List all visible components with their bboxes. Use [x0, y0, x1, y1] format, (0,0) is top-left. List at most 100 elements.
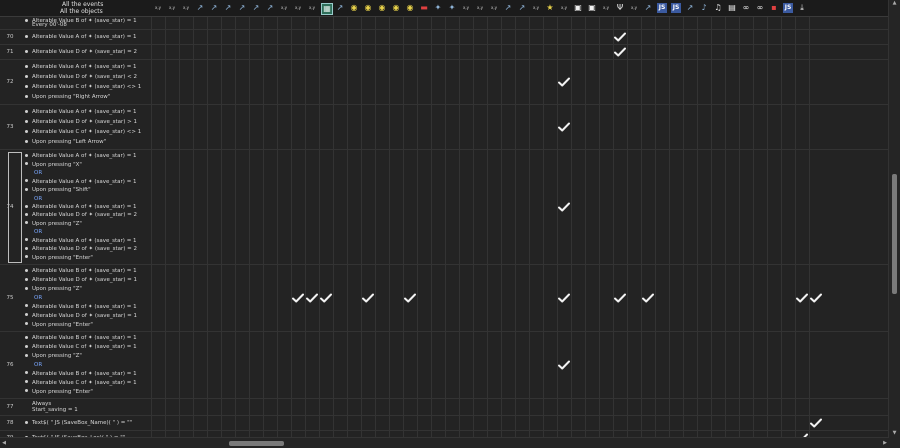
- action-checkmark-icon[interactable]: [362, 293, 374, 303]
- column-object-icon[interactable]: ↗: [223, 3, 233, 13]
- action-cells[interactable]: [151, 105, 836, 149]
- action-checkmark-icon[interactable]: [292, 293, 304, 303]
- column-object-icon[interactable]: JS: [783, 3, 793, 13]
- column-object-icon[interactable]: ▣: [587, 3, 597, 13]
- horizontal-scroll-thumb[interactable]: [228, 441, 284, 446]
- condition-line[interactable]: Alterable Value A of ✦ (save_star) = 1: [22, 179, 137, 185]
- column-object-icon[interactable]: x,y: [531, 3, 541, 13]
- condition-line[interactable]: Alterable Value D of ✦ (save_star) = 1: [22, 313, 137, 319]
- condition-line[interactable]: Text$( " JS (SaveBox_Name)( " ) = "": [22, 420, 132, 426]
- condition-line[interactable]: Upon pressing "Left Arrow": [22, 139, 106, 145]
- column-object-icon[interactable]: x,y: [601, 3, 611, 13]
- event-conditions[interactable]: Alterable Value A of ✦ (save_star) = 1: [22, 30, 150, 44]
- action-checkmark-icon[interactable]: [614, 32, 626, 42]
- condition-line[interactable]: Alterable Value A of ✦ (save_star) = 1: [22, 238, 137, 244]
- condition-line[interactable]: Alterable Value B of ✦ (save_star) = 1: [22, 335, 137, 341]
- action-checkmark-icon[interactable]: [642, 293, 654, 303]
- condition-line[interactable]: Start_saving = 1: [22, 407, 78, 413]
- column-object-icon[interactable]: ▪: [769, 3, 779, 13]
- column-object-icon[interactable]: x,y: [279, 3, 289, 13]
- column-object-icon[interactable]: ↗: [685, 3, 695, 13]
- condition-line[interactable]: Upon pressing "Right Arrow": [22, 94, 110, 100]
- column-object-icon[interactable]: ✦: [433, 3, 443, 13]
- or-separator[interactable]: OR: [22, 362, 42, 368]
- action-cells[interactable]: [151, 30, 836, 44]
- scroll-right-icon[interactable]: ▶: [881, 438, 889, 448]
- column-object-icon[interactable]: ↗: [517, 3, 527, 13]
- column-object-icon[interactable]: x,y: [181, 3, 191, 13]
- column-object-icon[interactable]: ↗: [251, 3, 261, 13]
- column-object-icon[interactable]: ↗: [237, 3, 247, 13]
- action-cells[interactable]: [151, 399, 836, 415]
- action-checkmark-icon[interactable]: [796, 293, 808, 303]
- column-object-icon[interactable]: ⤓: [797, 3, 807, 13]
- action-checkmark-icon[interactable]: [558, 202, 570, 212]
- column-object-icon[interactable]: ◉: [377, 3, 387, 13]
- condition-line[interactable]: Every 00'-08: [22, 22, 67, 28]
- condition-line[interactable]: Upon pressing "Z": [22, 221, 82, 227]
- column-object-icon[interactable]: ↗: [335, 3, 345, 13]
- column-object-icon[interactable]: JS: [671, 3, 681, 13]
- action-checkmark-icon[interactable]: [404, 293, 416, 303]
- action-checkmark-icon[interactable]: [810, 293, 822, 303]
- column-object-icon[interactable]: x,y: [167, 3, 177, 13]
- condition-line[interactable]: Alterable Value C of ✦ (save_star) <> 1: [22, 84, 141, 90]
- condition-line[interactable]: Alterable Value D of ✦ (save_star) = 1: [22, 277, 137, 283]
- condition-line[interactable]: Alterable Value C of ✦ (save_star) <> 1: [22, 129, 141, 135]
- column-object-icon[interactable]: x,y: [153, 3, 163, 13]
- column-object-icon[interactable]: ◉: [363, 3, 373, 13]
- action-cells[interactable]: [151, 150, 836, 264]
- vertical-scrollbar[interactable]: ▲ ▼: [888, 0, 900, 438]
- action-cells[interactable]: [151, 45, 836, 59]
- event-row[interactable]: Alterable Value B of ✦ (save_star) = 1 Ev…: [0, 17, 888, 30]
- event-conditions[interactable]: Alterable Value B of ✦ (save_star) = 1 Al…: [22, 265, 150, 331]
- action-checkmark-icon[interactable]: [810, 418, 822, 428]
- condition-line[interactable]: Upon pressing "Enter": [22, 389, 93, 395]
- condition-line[interactable]: Alterable Value B of ✦ (save_star) = 1: [22, 268, 137, 274]
- column-object-icon[interactable]: x,y: [489, 3, 499, 13]
- or-separator[interactable]: OR: [22, 196, 42, 202]
- column-object-icon[interactable]: ▬: [419, 3, 429, 13]
- all-objects-label[interactable]: All the objects: [60, 9, 103, 15]
- action-cells[interactable]: [151, 60, 836, 104]
- action-checkmark-icon[interactable]: [614, 293, 626, 303]
- column-object-icon[interactable]: Ψ: [615, 3, 625, 13]
- scroll-left-icon[interactable]: ◀: [0, 438, 8, 448]
- column-object-icon[interactable]: x,y: [559, 3, 569, 13]
- column-object-icon[interactable]: ▦: [321, 3, 333, 15]
- condition-line[interactable]: Upon pressing "Enter": [22, 255, 93, 261]
- column-object-icon[interactable]: x,y: [475, 3, 485, 13]
- column-object-icon[interactable]: ↗: [209, 3, 219, 13]
- event-conditions[interactable]: Alterable Value A of ✦ (save_star) = 1 Up…: [22, 150, 150, 264]
- condition-line[interactable]: Alterable Value D of ✦ (save_star) > 1: [22, 119, 137, 125]
- scroll-up-icon[interactable]: ▲: [889, 0, 900, 8]
- column-object-icon[interactable]: ∞: [755, 3, 765, 13]
- column-object-icon[interactable]: ◉: [391, 3, 401, 13]
- column-object-icon[interactable]: x,y: [293, 3, 303, 13]
- column-object-icon[interactable]: ↗: [265, 3, 275, 13]
- scroll-down-icon[interactable]: ▼: [889, 430, 900, 438]
- column-object-icon[interactable]: ✦: [447, 3, 457, 13]
- condition-line[interactable]: Alterable Value C of ✦ (save_star) = 1: [22, 380, 137, 386]
- event-row[interactable]: 73 Alterable Value A of ✦ (save_star) = 1…: [0, 105, 888, 150]
- event-row[interactable]: 74 Alterable Value A of ✦ (save_star) = 1…: [0, 150, 888, 265]
- action-checkmark-icon[interactable]: [320, 293, 332, 303]
- column-object-icon[interactable]: x,y: [629, 3, 639, 13]
- column-object-icon[interactable]: ◉: [405, 3, 415, 13]
- column-object-icon[interactable]: ↗: [195, 3, 205, 13]
- horizontal-scrollbar[interactable]: ◀ ▶: [0, 437, 889, 448]
- or-separator[interactable]: OR: [22, 229, 42, 235]
- condition-line[interactable]: Alterable Value D of ✦ (save_star) = 2: [22, 246, 137, 252]
- or-separator[interactable]: OR: [22, 170, 42, 176]
- column-object-icon[interactable]: x,y: [461, 3, 471, 13]
- event-row[interactable]: 72 Alterable Value A of ✦ (save_star) = 1…: [0, 60, 888, 105]
- column-object-icon[interactable]: ★: [545, 3, 555, 13]
- event-row[interactable]: 78 Text$( " JS (SaveBox_Name)( " ) = "": [0, 416, 888, 431]
- event-conditions[interactable]: Text$( " JS (SaveBox_Name)( " ) = "": [22, 416, 150, 430]
- condition-line[interactable]: Alterable Value C of ✦ (save_star) = 1: [22, 344, 137, 350]
- condition-line[interactable]: Upon pressing "Z": [22, 353, 82, 359]
- column-object-icon[interactable]: ∞: [741, 3, 751, 13]
- action-checkmark-icon[interactable]: [558, 360, 570, 370]
- event-conditions[interactable]: Alterable Value D of ✦ (save_star) = 2: [22, 45, 150, 59]
- event-row[interactable]: 70 Alterable Value A of ✦ (save_star) = 1: [0, 30, 888, 45]
